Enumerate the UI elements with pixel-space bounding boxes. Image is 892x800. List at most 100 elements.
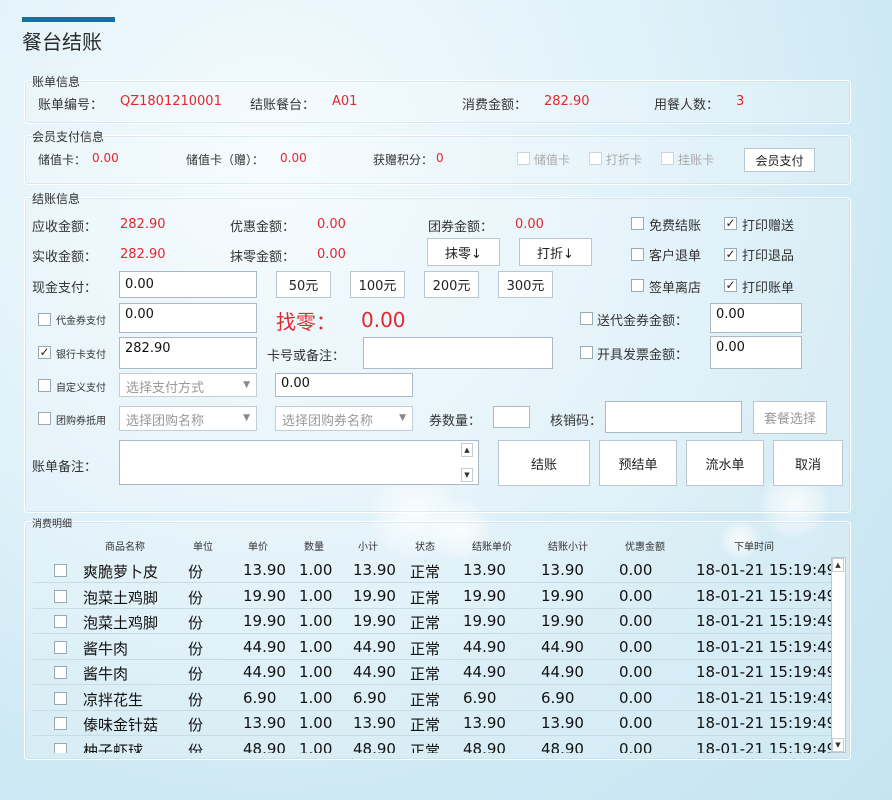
table-cell: 正常 bbox=[410, 588, 441, 607]
table-cell: 份 bbox=[188, 614, 204, 632]
table-cell: 19.90 bbox=[541, 612, 584, 630]
table-cell: 1.00 bbox=[299, 739, 333, 754]
table-cell: 份 bbox=[188, 665, 204, 683]
table-cell: 13.90 bbox=[463, 561, 506, 579]
table-row[interactable]: 泡菜土鸡脚 份 19.90 1.00 19.90 正常 19.90 19.90 0.00 18-0… bbox=[33, 583, 836, 609]
table-cell: 6.90 bbox=[353, 688, 387, 707]
row-select-checkbox[interactable] bbox=[54, 615, 67, 628]
table-row[interactable]: 酱牛肉 份 44.90 1.00 44.90 正常 44.90 44.90 0.00 18-01-… bbox=[33, 634, 836, 660]
row-select-checkbox[interactable] bbox=[54, 564, 67, 577]
table-cell: 泡菜土鸡脚 bbox=[83, 588, 159, 607]
table-cell: 爽脆萝卜皮 bbox=[83, 563, 159, 581]
table-cell: 44.90 bbox=[243, 663, 286, 681]
table-cell: 柚子虾球 bbox=[83, 741, 144, 754]
details-scroll-down-icon[interactable]: ▼ bbox=[832, 738, 844, 752]
table-cell: 13.90 bbox=[353, 714, 396, 732]
table-cell: 1.00 bbox=[299, 586, 333, 605]
table-cell: 19.90 bbox=[541, 586, 584, 605]
row-select-checkbox[interactable] bbox=[54, 691, 67, 705]
table-cell: 份 bbox=[188, 690, 204, 709]
row-select-checkbox[interactable] bbox=[54, 640, 67, 654]
table-cell: 48.90 bbox=[463, 739, 506, 754]
table-cell: 正常 bbox=[410, 665, 441, 683]
table-cell: 0.00 bbox=[619, 688, 653, 707]
table-row[interactable]: 傣味金针菇 份 13.90 1.00 13.90 正常 13.90 13.90 0.00 18-0… bbox=[33, 710, 836, 736]
table-cell: 酱牛肉 bbox=[83, 665, 129, 683]
table-cell: 1.00 bbox=[299, 688, 333, 707]
table-cell: 6.90 bbox=[463, 688, 497, 707]
table-cell: 18-01-21 15:19:49 bbox=[696, 637, 837, 656]
table-cell: 48.90 bbox=[541, 739, 584, 754]
table-cell: 1.00 bbox=[299, 663, 333, 681]
table-cell: 18-01-21 15:19:49 bbox=[696, 688, 837, 707]
table-cell: 13.90 bbox=[243, 714, 286, 732]
table-cell: 44.90 bbox=[353, 663, 396, 681]
table-cell: 份 bbox=[188, 563, 204, 581]
table-cell: 正常 bbox=[410, 639, 441, 658]
table-cell: 份 bbox=[188, 716, 204, 734]
table-row[interactable]: 凉拌花生 份 6.90 1.00 6.90 正常 6.90 6.90 0.00 18-01-21 … bbox=[33, 685, 836, 711]
table-row[interactable]: 泡菜土鸡脚 份 19.90 1.00 19.90 正常 19.90 19.90 0.00 18-0… bbox=[33, 608, 836, 634]
table-cell: 13.90 bbox=[463, 714, 506, 732]
table-cell: 19.90 bbox=[353, 586, 396, 605]
table-cell: 份 bbox=[188, 639, 204, 658]
table-cell: 48.90 bbox=[353, 739, 396, 754]
table-cell: 酱牛肉 bbox=[83, 639, 129, 658]
table-cell: 44.90 bbox=[353, 637, 396, 656]
details-scrollbar[interactable] bbox=[831, 557, 846, 753]
row-select-checkbox[interactable] bbox=[54, 589, 67, 603]
table-cell: 1.00 bbox=[299, 612, 333, 630]
table-cell: 19.90 bbox=[463, 612, 506, 630]
table-cell: 正常 bbox=[410, 716, 441, 734]
table-cell: 1.00 bbox=[299, 561, 333, 579]
details-scroll-up-icon[interactable]: ▲ bbox=[832, 558, 844, 572]
table-cell: 19.90 bbox=[243, 612, 286, 630]
table-row[interactable]: 柚子虾球 份 48.90 1.00 48.90 正常 48.90 48.90 0.00 18-01… bbox=[33, 736, 836, 754]
table-cell: 44.90 bbox=[243, 637, 286, 656]
table-cell: 份 bbox=[188, 741, 204, 754]
table-cell: 44.90 bbox=[541, 637, 584, 656]
table-cell: 18-01-21 15:19:49 bbox=[696, 714, 837, 732]
table-cell: 0.00 bbox=[619, 663, 653, 681]
table-cell: 正常 bbox=[410, 614, 441, 632]
table-cell: 13.90 bbox=[243, 561, 286, 579]
table-cell: 泡菜土鸡脚 bbox=[83, 614, 159, 632]
table-cell: 0.00 bbox=[619, 714, 653, 732]
table-cell: 1.00 bbox=[299, 714, 333, 732]
table-cell: 13.90 bbox=[541, 561, 584, 579]
table-row[interactable]: 爽脆萝卜皮 份 13.90 1.00 13.90 正常 13.90 13.90 0.00 18-0… bbox=[33, 557, 836, 583]
table-cell: 18-01-21 15:19:49 bbox=[696, 586, 837, 605]
table-cell: 0.00 bbox=[619, 586, 653, 605]
table-cell: 1.00 bbox=[299, 637, 333, 656]
row-select-checkbox[interactable] bbox=[54, 666, 67, 679]
table-cell: 13.90 bbox=[541, 714, 584, 732]
table-cell: 13.90 bbox=[353, 561, 396, 579]
table-cell: 0.00 bbox=[619, 739, 653, 754]
table-cell: 正常 bbox=[410, 563, 441, 581]
table-cell: 凉拌花生 bbox=[83, 690, 144, 709]
table-cell: 19.90 bbox=[353, 612, 396, 630]
table-cell: 正常 bbox=[410, 741, 441, 754]
table-cell: 44.90 bbox=[541, 663, 584, 681]
table-cell: 44.90 bbox=[463, 663, 506, 681]
table-cell: 48.90 bbox=[243, 739, 286, 754]
table-row[interactable]: 酱牛肉 份 44.90 1.00 44.90 正常 44.90 44.90 0.00 18-01-… bbox=[33, 659, 836, 685]
table-cell: 19.90 bbox=[463, 586, 506, 605]
table-cell: 0.00 bbox=[619, 561, 653, 579]
table-cell: 0.00 bbox=[619, 637, 653, 656]
table-cell: 0.00 bbox=[619, 612, 653, 630]
table-cell: 6.90 bbox=[243, 688, 277, 707]
table-cell: 6.90 bbox=[541, 688, 575, 707]
table-cell: 傣味金针菇 bbox=[83, 716, 159, 734]
row-select-checkbox[interactable] bbox=[54, 742, 67, 753]
details-table-body: 爽脆萝卜皮份 13.90 1.00 13.90 正常 13.90 13.90 0.00 18-0… bbox=[0, 0, 892, 753]
table-cell: 18-01-21 15:19:49 bbox=[696, 739, 837, 754]
table-cell: 18-01-21 15:19:49 bbox=[696, 663, 837, 681]
table-cell: 18-01-21 15:19:49 bbox=[696, 561, 837, 579]
table-cell: 份 bbox=[188, 588, 204, 607]
table-cell: 19.90 bbox=[243, 586, 286, 605]
row-select-checkbox[interactable] bbox=[54, 717, 67, 730]
table-cell: 正常 bbox=[410, 690, 441, 709]
table-cell: 18-01-21 15:19:49 bbox=[696, 612, 837, 630]
table-cell: 44.90 bbox=[463, 637, 506, 656]
